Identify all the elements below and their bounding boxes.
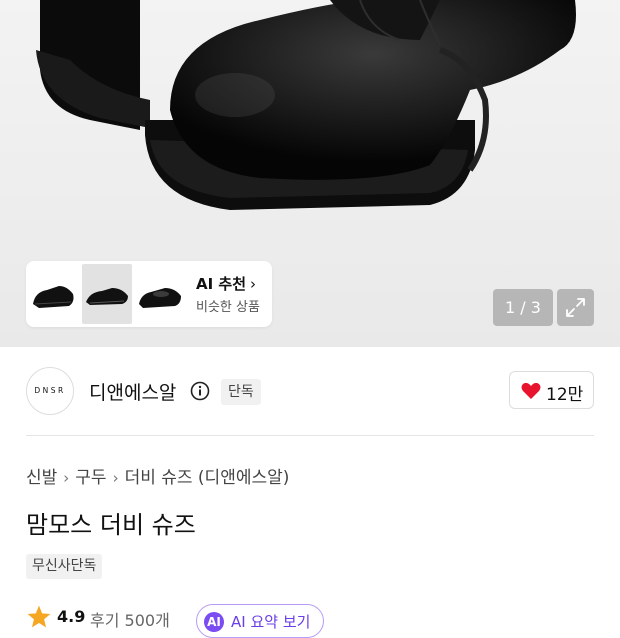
ai-recommend-title: AI 추천 › <box>196 275 257 293</box>
recommend-thumb-3[interactable] <box>135 264 185 324</box>
brand-logo[interactable]: DNSR <box>26 367 74 415</box>
ai-icon: AI <box>204 612 224 632</box>
divider <box>26 435 594 436</box>
brand-exclusive-badge: 단독 <box>221 379 261 405</box>
recommend-thumb-2[interactable] <box>82 264 132 324</box>
breadcrumb-item-derby[interactable]: 더비 슈즈 (디앤에스알) <box>125 468 290 488</box>
review-count[interactable]: 후기 500개 <box>90 607 170 631</box>
recommend-thumb-1[interactable] <box>29 264 79 324</box>
brand-name[interactable]: 디앤에스알 <box>89 378 176 405</box>
expand-icon <box>566 298 585 317</box>
breadcrumb-item-dress-shoes[interactable]: 구두 <box>75 468 106 488</box>
info-icon[interactable] <box>190 381 210 401</box>
product-title: 맘모스 더비 슈즈 <box>26 511 196 539</box>
ai-recommend-subtitle: 비슷한 상품 <box>196 300 260 315</box>
ai-summary-button[interactable]: AI AI 요약 보기 <box>196 604 324 638</box>
breadcrumb: 신발 › 구두 › 더비 슈즈 (디앤에스알) <box>26 463 289 488</box>
image-counter: 1 / 3 <box>493 289 553 326</box>
ai-recommend-card[interactable]: AI 추천 › 비슷한 상품 <box>26 261 272 327</box>
exclusive-tag: 무신사단독 <box>26 554 103 579</box>
chevron-right-icon: › <box>63 469 70 487</box>
breadcrumb-item-shoes[interactable]: 신발 <box>26 468 57 488</box>
expand-button[interactable] <box>557 289 594 326</box>
chevron-right-icon: › <box>250 275 257 293</box>
chevron-right-icon: › <box>112 469 119 487</box>
product-image-gallery[interactable]: AI 추천 › 비슷한 상품 1 / 3 <box>0 0 620 347</box>
like-count: 12만 <box>546 385 584 405</box>
like-button[interactable]: 12만 <box>509 371 594 409</box>
rating-score: 4.9 <box>57 607 86 626</box>
star-icon <box>27 605 51 628</box>
ai-summary-label: AI 요약 보기 <box>231 613 311 631</box>
heart-icon <box>521 382 541 399</box>
